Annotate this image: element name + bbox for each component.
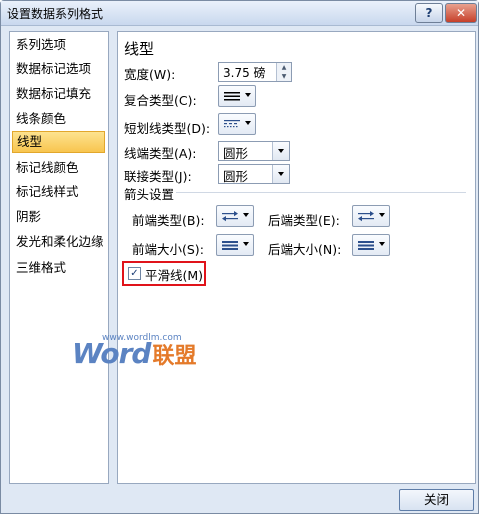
cap-type-value: 圆形	[223, 146, 249, 161]
cap-type-dropdown-button[interactable]	[272, 142, 289, 160]
join-type-select[interactable]: 圆形	[218, 164, 290, 184]
cap-type-label: 线端类型(A):	[124, 146, 197, 161]
arrow-type-icon	[222, 211, 238, 222]
end-size-label: 后端大小(N):	[268, 242, 342, 257]
spinner-arrows-icon[interactable]: ▲ ▼	[276, 63, 291, 81]
category-list: 系列选项 数据标记选项 数据标记填充 线条颜色 线型 标记线颜色 标记线样式 阴…	[9, 31, 109, 484]
help-button[interactable]: ?	[415, 3, 443, 23]
dash-type-label: 短划线类型(D):	[124, 121, 211, 136]
title-bar: 设置数据系列格式 ? ✕	[1, 1, 478, 26]
width-value: 3.75 磅	[223, 66, 266, 80]
section-divider	[176, 192, 466, 193]
join-type-value: 圆形	[223, 169, 249, 184]
chevron-down-icon	[245, 93, 251, 97]
nav-item-line-color[interactable]: 线条颜色	[12, 108, 105, 130]
smoothed-line-checkbox[interactable]: ✓	[128, 267, 141, 280]
width-label: 宽度(W):	[124, 67, 176, 82]
nav-item-line-style[interactable]: 线型	[12, 131, 105, 153]
format-data-series-dialog: 设置数据系列格式 ? ✕ 系列选项 数据标记选项 数据标记填充 线条颜色 线型 …	[0, 0, 479, 514]
arrow-settings-heading: 箭头设置	[124, 187, 175, 202]
join-type-dropdown-button[interactable]	[272, 165, 289, 183]
nav-item-marker-line-color[interactable]: 标记线颜色	[12, 157, 105, 179]
cap-type-select[interactable]: 圆形	[218, 141, 290, 161]
compound-type-label: 复合类型(C):	[124, 93, 197, 108]
nav-item-marker-fill[interactable]: 数据标记填充	[12, 83, 105, 105]
chevron-down-icon	[278, 149, 284, 153]
end-type-dropdown[interactable]	[352, 205, 390, 227]
begin-size-label: 前端大小(S):	[132, 242, 204, 257]
nav-item-marker-options[interactable]: 数据标记选项	[12, 58, 105, 80]
begin-size-dropdown[interactable]	[216, 234, 254, 256]
dash-type-dropdown[interactable]	[218, 113, 256, 135]
smoothed-line-highlight: ✓ 平滑线(M)	[122, 261, 206, 286]
nav-item-series-options[interactable]: 系列选项	[12, 34, 105, 56]
watermark-cn: 联盟	[152, 344, 197, 369]
nav-item-3d-format[interactable]: 三维格式	[12, 257, 105, 279]
end-size-dropdown[interactable]	[352, 234, 390, 256]
chevron-down-icon	[245, 121, 251, 125]
panel-heading: 线型	[124, 40, 155, 58]
arrow-size-icon	[222, 241, 238, 250]
watermark-logo: www.wordlm.com Word联盟	[72, 333, 197, 370]
arrow-type-icon	[358, 211, 374, 222]
join-type-label: 联接类型(J):	[124, 169, 192, 184]
width-spinner[interactable]: 3.75 磅 ▲ ▼	[218, 62, 292, 82]
chevron-down-icon	[379, 213, 385, 217]
end-type-label: 后端类型(E):	[268, 213, 340, 228]
compound-line-icon	[224, 92, 240, 101]
dash-line-icon	[224, 120, 240, 128]
chevron-down-icon	[243, 242, 249, 246]
nav-item-shadow[interactable]: 阴影	[12, 206, 105, 228]
nav-item-marker-line-style[interactable]: 标记线样式	[12, 181, 105, 203]
line-style-panel: 线型 宽度(W): 3.75 磅 ▲▼ 复合类型(C): 短划线类型(D):	[117, 31, 476, 484]
watermark-url: www.wordlm.com	[102, 333, 182, 343]
compound-type-dropdown[interactable]	[218, 85, 256, 107]
chevron-down-icon	[278, 172, 284, 176]
arrow-size-icon	[358, 241, 374, 250]
dialog-title: 设置数据系列格式	[7, 7, 104, 21]
begin-type-label: 前端类型(B):	[132, 213, 205, 228]
chevron-down-icon	[243, 213, 249, 217]
begin-type-dropdown[interactable]	[216, 205, 254, 227]
nav-item-glow-soft-edges[interactable]: 发光和柔化边缘	[12, 231, 105, 253]
close-window-button[interactable]: ✕	[445, 3, 477, 23]
close-button[interactable]: 关闭	[399, 489, 474, 511]
chevron-down-icon	[379, 242, 385, 246]
smoothed-line-label[interactable]: 平滑线(M)	[145, 265, 203, 284]
